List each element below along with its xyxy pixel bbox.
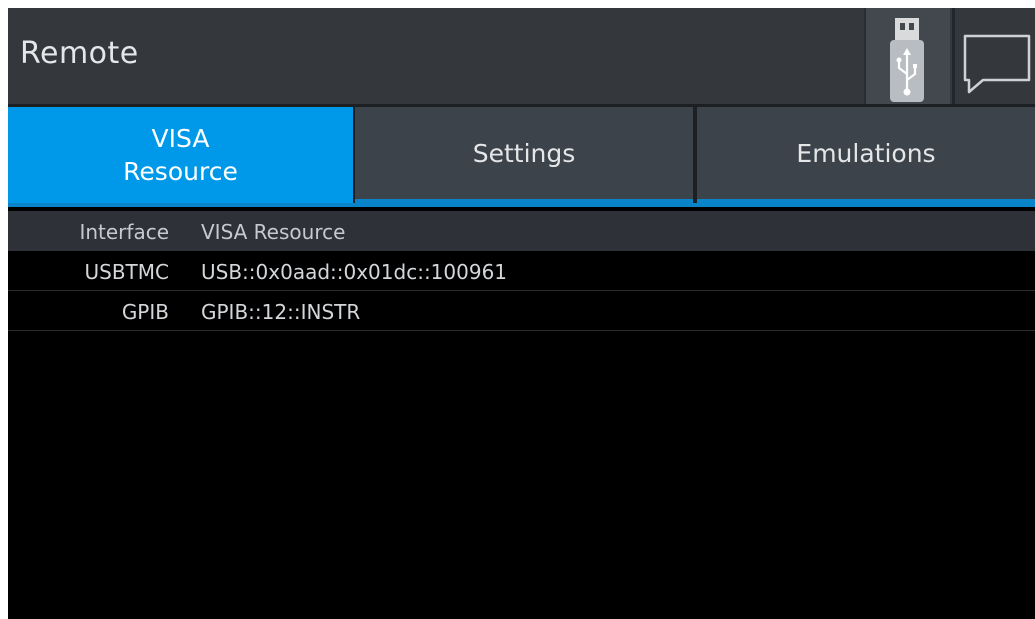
row-visa-resource: USB::0x0aad::0x01dc::100961 [201,260,508,284]
tab-settings-label: Settings [472,138,576,168]
row-interface: GPIB [121,300,169,324]
message-icon [963,34,1031,94]
row-visa-resource: GPIB::12::INSTR [201,300,361,324]
tab-label-line2: Resource [123,157,238,186]
tab-bar: VISA Resource Settings Emulations [8,107,1035,207]
tab-emulations[interactable]: Emulations [697,107,1035,203]
table-row[interactable]: GPIB GPIB::12::INSTR [8,291,1035,331]
row-interface: USBTMC [84,260,170,284]
usb-status-button[interactable] [864,8,950,104]
usb-icon [890,18,924,102]
tab-underline [8,203,1035,207]
remote-dialog: Remote VISA Resource Settings Emulations… [8,8,1035,619]
visa-resource-table: Interface VISA Resource USBTMC USB::0x0a… [8,211,1035,331]
table-header: Interface VISA Resource [8,211,1035,251]
title-bar: Remote [8,8,1035,104]
tab-settings[interactable]: Settings [355,107,693,203]
message-button[interactable] [952,8,1035,104]
column-header-interface: Interface [79,220,169,244]
tab-visa-resource-label: VISA Resource [123,122,238,188]
tab-label-line1: VISA [151,124,210,153]
dialog-title: Remote [20,36,139,71]
tab-emulations-label: Emulations [796,138,936,168]
column-header-visa-resource: VISA Resource [201,220,346,244]
table-row[interactable]: USBTMC USB::0x0aad::0x01dc::100961 [8,251,1035,291]
tab-visa-resource[interactable]: VISA Resource [8,107,353,203]
